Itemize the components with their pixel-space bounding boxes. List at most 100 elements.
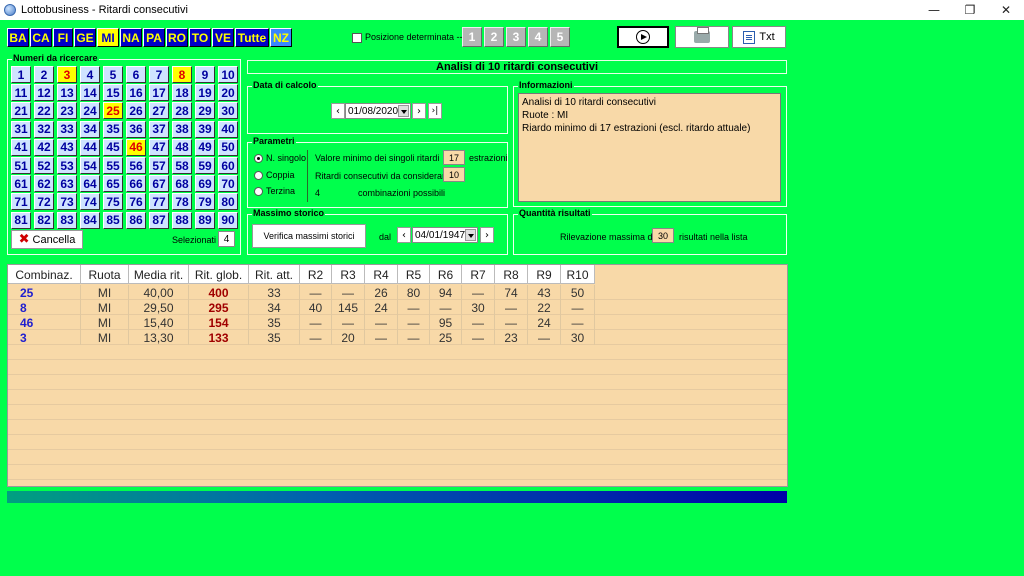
number-button-6[interactable]: 6 bbox=[126, 66, 146, 83]
number-button-11[interactable]: 11 bbox=[11, 84, 31, 102]
table-row[interactable]: 3 MI 13,30 133 35—20— —25—23—30 bbox=[8, 330, 595, 345]
number-button-15[interactable]: 15 bbox=[103, 84, 123, 102]
column-header[interactable]: R4 bbox=[365, 265, 398, 284]
number-button-67[interactable]: 67 bbox=[149, 175, 169, 193]
number-button-21[interactable]: 21 bbox=[11, 102, 31, 120]
date-prev-button[interactable]: ‹ bbox=[331, 103, 345, 119]
number-button-75[interactable]: 75 bbox=[103, 193, 123, 211]
run-button[interactable] bbox=[617, 26, 669, 48]
wheel-button-to[interactable]: TO bbox=[189, 28, 211, 47]
wheel-button-ve[interactable]: VE bbox=[212, 28, 234, 47]
number-button-46[interactable]: 46 bbox=[126, 138, 146, 156]
date-next-button[interactable]: › bbox=[412, 103, 426, 119]
date-last-button[interactable]: ›| bbox=[428, 103, 442, 119]
number-button-81[interactable]: 81 bbox=[11, 211, 31, 229]
column-header[interactable]: Rit. att. bbox=[249, 265, 300, 284]
number-button-57[interactable]: 57 bbox=[149, 157, 169, 174]
number-button-3[interactable]: 3 bbox=[57, 66, 77, 83]
calc-date-select[interactable]: 01/08/2020 bbox=[345, 103, 411, 119]
number-button-7[interactable]: 7 bbox=[149, 66, 169, 83]
number-button-33[interactable]: 33 bbox=[57, 120, 77, 138]
number-button-22[interactable]: 22 bbox=[34, 102, 54, 120]
number-button-71[interactable]: 71 bbox=[11, 193, 31, 211]
number-button-69[interactable]: 69 bbox=[195, 175, 215, 193]
hist-date-next-button[interactable]: › bbox=[480, 227, 494, 243]
column-header[interactable]: R5 bbox=[398, 265, 430, 284]
column-header[interactable]: R3 bbox=[332, 265, 365, 284]
column-header[interactable]: Rit. glob. bbox=[189, 265, 249, 284]
number-button-51[interactable]: 51 bbox=[11, 157, 31, 174]
number-button-28[interactable]: 28 bbox=[172, 102, 192, 120]
position-button-3[interactable]: 3 bbox=[506, 27, 526, 47]
number-button-74[interactable]: 74 bbox=[80, 193, 100, 211]
min-value-input[interactable]: 17 bbox=[443, 150, 465, 165]
number-button-76[interactable]: 76 bbox=[126, 193, 146, 211]
number-button-47[interactable]: 47 bbox=[149, 138, 169, 156]
number-button-18[interactable]: 18 bbox=[172, 84, 192, 102]
wheel-button-na[interactable]: NA bbox=[120, 28, 142, 47]
number-button-40[interactable]: 40 bbox=[218, 120, 238, 138]
number-button-55[interactable]: 55 bbox=[103, 157, 123, 174]
number-button-72[interactable]: 72 bbox=[34, 193, 54, 211]
wheel-button-pa[interactable]: PA bbox=[143, 28, 165, 47]
number-button-2[interactable]: 2 bbox=[34, 66, 54, 83]
number-button-13[interactable]: 13 bbox=[57, 84, 77, 102]
number-button-8[interactable]: 8 bbox=[172, 66, 192, 83]
hist-date-select[interactable]: 04/01/1947 bbox=[412, 227, 478, 243]
number-button-60[interactable]: 60 bbox=[218, 157, 238, 174]
number-button-38[interactable]: 38 bbox=[172, 120, 192, 138]
number-button-65[interactable]: 65 bbox=[103, 175, 123, 193]
number-button-66[interactable]: 66 bbox=[126, 175, 146, 193]
position-button-4[interactable]: 4 bbox=[528, 27, 548, 47]
number-button-54[interactable]: 54 bbox=[80, 157, 100, 174]
wheel-button-ge[interactable]: GE bbox=[74, 28, 96, 47]
number-button-19[interactable]: 19 bbox=[195, 84, 215, 102]
number-button-53[interactable]: 53 bbox=[57, 157, 77, 174]
table-row[interactable]: 8 MI 29,50 295 34 40 145 24— —30—22— bbox=[8, 300, 595, 315]
number-button-73[interactable]: 73 bbox=[57, 193, 77, 211]
number-button-24[interactable]: 24 bbox=[80, 102, 100, 120]
number-button-84[interactable]: 84 bbox=[80, 211, 100, 229]
consecutive-input[interactable]: 10 bbox=[443, 167, 465, 182]
number-button-90[interactable]: 90 bbox=[218, 211, 238, 229]
number-button-1[interactable]: 1 bbox=[11, 66, 31, 83]
number-button-49[interactable]: 49 bbox=[195, 138, 215, 156]
number-button-17[interactable]: 17 bbox=[149, 84, 169, 102]
number-button-82[interactable]: 82 bbox=[34, 211, 54, 229]
cancella-button[interactable]: ✖ Cancella bbox=[11, 230, 83, 249]
position-button-1[interactable]: 1 bbox=[462, 27, 482, 47]
quantita-input[interactable]: 30 bbox=[652, 228, 674, 243]
column-header[interactable]: R7 bbox=[462, 265, 495, 284]
close-button[interactable]: ✕ bbox=[988, 0, 1024, 20]
number-button-35[interactable]: 35 bbox=[103, 120, 123, 138]
radio-terzina[interactable] bbox=[254, 187, 263, 196]
number-button-37[interactable]: 37 bbox=[149, 120, 169, 138]
number-button-45[interactable]: 45 bbox=[103, 138, 123, 156]
print-button[interactable] bbox=[675, 26, 729, 48]
number-button-59[interactable]: 59 bbox=[195, 157, 215, 174]
wheel-button-tutte[interactable]: Tutte bbox=[235, 28, 269, 47]
position-button-5[interactable]: 5 bbox=[550, 27, 570, 47]
number-button-80[interactable]: 80 bbox=[218, 193, 238, 211]
number-button-56[interactable]: 56 bbox=[126, 157, 146, 174]
number-button-78[interactable]: 78 bbox=[172, 193, 192, 211]
number-button-83[interactable]: 83 bbox=[57, 211, 77, 229]
number-button-23[interactable]: 23 bbox=[57, 102, 77, 120]
number-button-31[interactable]: 31 bbox=[11, 120, 31, 138]
number-button-20[interactable]: 20 bbox=[218, 84, 238, 102]
number-button-41[interactable]: 41 bbox=[11, 138, 31, 156]
number-button-42[interactable]: 42 bbox=[34, 138, 54, 156]
number-button-12[interactable]: 12 bbox=[34, 84, 54, 102]
position-button-2[interactable]: 2 bbox=[484, 27, 504, 47]
number-button-27[interactable]: 27 bbox=[149, 102, 169, 120]
wheel-button-ba[interactable]: BA bbox=[7, 28, 29, 47]
wheel-button-ro[interactable]: RO bbox=[166, 28, 188, 47]
column-header[interactable]: Ruota bbox=[81, 265, 129, 284]
wheel-button-ca[interactable]: CA bbox=[30, 28, 52, 47]
number-button-86[interactable]: 86 bbox=[126, 211, 146, 229]
minimize-button[interactable]: — bbox=[916, 0, 952, 20]
hist-date-prev-button[interactable]: ‹ bbox=[397, 227, 411, 243]
number-button-88[interactable]: 88 bbox=[172, 211, 192, 229]
posizione-checkbox[interactable] bbox=[352, 33, 362, 43]
number-button-62[interactable]: 62 bbox=[34, 175, 54, 193]
